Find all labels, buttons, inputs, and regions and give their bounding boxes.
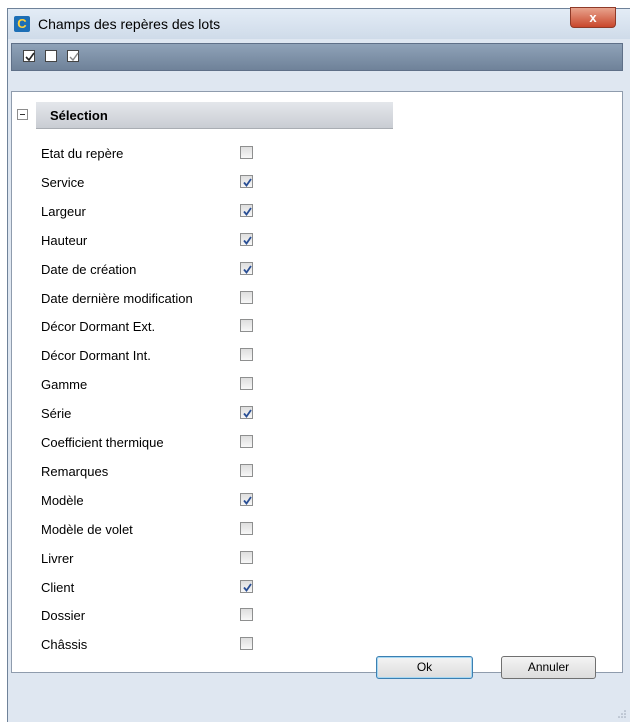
app-icon: C xyxy=(14,16,30,32)
property-checkbox[interactable] xyxy=(240,174,253,188)
property-row: Gamme xyxy=(12,370,624,399)
property-row: Modèle xyxy=(12,486,624,515)
uncheck-all-button[interactable] xyxy=(45,50,57,62)
property-checkbox[interactable] xyxy=(240,232,253,246)
property-row: Châssis xyxy=(12,630,624,659)
property-label: Date dernière modification xyxy=(41,290,193,306)
property-label: Livrer xyxy=(41,550,74,566)
checkmark-icon xyxy=(243,496,252,505)
property-checkbox[interactable] xyxy=(240,377,253,391)
toolbar xyxy=(11,43,623,71)
property-label: Dossier xyxy=(41,608,86,624)
property-checkbox[interactable] xyxy=(240,261,253,275)
property-label: Gamme xyxy=(41,377,88,393)
checkmark-icon xyxy=(243,582,252,592)
cancel-button[interactable]: Annuler xyxy=(501,656,596,679)
close-icon: x xyxy=(589,10,597,25)
collapse-category-toggle[interactable] xyxy=(17,109,28,120)
property-label: Remarques xyxy=(41,463,109,479)
property-label: Coefficient thermique xyxy=(41,435,164,450)
property-row: Livrer xyxy=(12,544,624,573)
category-title: Sélection xyxy=(50,108,108,123)
property-row: Coefficient thermique xyxy=(12,428,624,457)
property-row: Série xyxy=(12,399,624,428)
property-label: Modèle de volet xyxy=(41,521,133,537)
window-title: Champs des repères des lots xyxy=(38,16,221,32)
property-checkbox[interactable] xyxy=(240,521,253,535)
checkmark-icon xyxy=(243,236,252,245)
property-checkbox[interactable] xyxy=(240,463,253,477)
property-row: Date dernière modification xyxy=(12,284,624,313)
checkmark-icon xyxy=(243,178,252,187)
property-row: Hauteur xyxy=(12,226,624,255)
property-row: Service xyxy=(12,168,624,197)
property-row: Client xyxy=(12,573,624,602)
property-checkbox[interactable] xyxy=(240,146,253,159)
property-label: Hauteur xyxy=(41,232,88,248)
property-label: Service xyxy=(41,174,85,190)
property-label: Modèle xyxy=(41,492,84,508)
property-checkbox[interactable] xyxy=(240,550,253,564)
property-label: Date de création xyxy=(41,261,137,277)
property-checkbox[interactable] xyxy=(240,290,253,304)
property-row: Décor Dormant Ext. xyxy=(12,312,624,341)
property-label: Client xyxy=(41,579,75,595)
category-header: Sélection xyxy=(36,102,393,129)
property-checkbox[interactable] xyxy=(240,492,253,506)
property-checkbox[interactable] xyxy=(240,348,253,362)
property-checkbox[interactable] xyxy=(240,406,253,420)
property-checkbox[interactable] xyxy=(240,319,253,333)
property-label: Etat du repère xyxy=(41,146,124,161)
property-row: Dossier xyxy=(12,601,624,630)
dialog-window: C Champs des repères des lots x Sélectio… xyxy=(7,7,630,722)
property-checkbox[interactable] xyxy=(240,435,253,448)
partial-check-icon xyxy=(69,52,79,62)
property-row: Décor Dormant Int. xyxy=(12,341,624,370)
invert-selection-button[interactable] xyxy=(67,50,79,62)
property-label: Décor Dormant Ext. xyxy=(41,319,156,335)
resize-grip-icon[interactable] xyxy=(617,709,627,719)
property-row: Date de création xyxy=(12,255,624,284)
close-button[interactable]: x xyxy=(570,7,616,28)
property-checkbox[interactable] xyxy=(240,637,253,651)
property-label: Décor Dormant Int. xyxy=(41,348,151,364)
checkmark-icon xyxy=(243,409,252,419)
checkmark-icon xyxy=(243,265,252,274)
title-bar: C Champs des repères des lots x xyxy=(8,7,630,39)
ok-button[interactable]: Ok xyxy=(376,656,473,679)
checkmark-icon xyxy=(25,52,35,62)
property-label: Série xyxy=(41,406,72,422)
property-checkbox[interactable] xyxy=(240,203,253,217)
property-checkbox[interactable] xyxy=(240,579,253,593)
property-row: Etat du repère xyxy=(12,139,624,168)
checkmark-icon xyxy=(243,207,252,216)
property-checkbox[interactable] xyxy=(240,608,253,622)
property-row: Largeur xyxy=(12,197,624,226)
property-label: Châssis xyxy=(41,637,88,653)
check-all-button[interactable] xyxy=(23,50,35,62)
property-row: Modèle de volet xyxy=(12,515,624,544)
property-row: Remarques xyxy=(12,457,624,486)
property-grid: Sélection Etat du repère Service Largeur Ha… xyxy=(11,91,623,673)
property-label: Largeur xyxy=(41,203,86,219)
